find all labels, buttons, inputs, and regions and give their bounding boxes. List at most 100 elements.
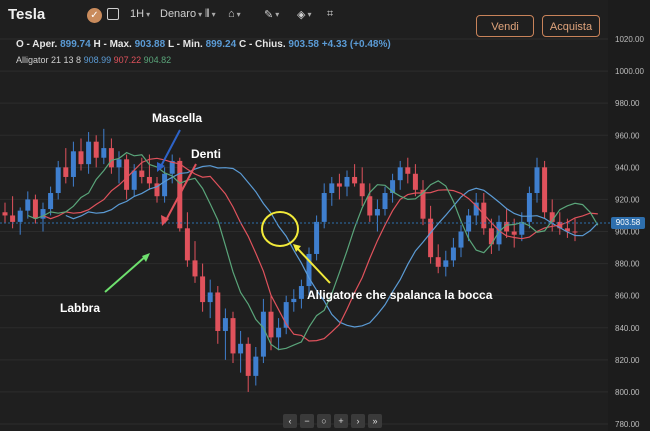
chevron-down-icon: ▾ [236,9,241,19]
area-chart-icon: ⌂ [228,8,235,20]
lips-annotation: Labbra [60,301,101,315]
candle-body [496,221,502,245]
chart-type-button[interactable] [107,8,119,20]
price-type-select[interactable]: Denaro ▾ [160,8,202,20]
price-tick-label: 1000.00 [615,67,644,76]
lips-line [27,151,599,351]
teeth-value: 907.22 [113,55,142,65]
price-tick-label: 980.00 [615,99,640,108]
candle-body [458,231,464,248]
verified-icon: ✓ [87,8,102,23]
low-value: 899.24 [205,39,237,50]
candle-body [428,218,434,258]
candle-body [222,318,228,331]
candle-body [260,311,266,357]
candle-body [367,196,373,216]
price-axis[interactable] [608,0,650,431]
zoom-reset-button[interactable]: ○ [317,414,331,428]
candle-body [542,167,548,213]
open-label: O - Aper. [16,39,58,50]
candle-body [17,210,23,222]
fullscreen-button[interactable]: ⌗ [327,8,333,21]
candle-body [116,159,122,168]
candle-body [298,286,304,299]
chart-navigation: ‹ − ○ + › » [283,414,382,428]
candle-body [25,199,31,211]
candle-body [435,257,441,267]
interval-select[interactable]: 1H ▾ [130,8,150,20]
candle-body [131,170,137,190]
candle-body [321,193,327,222]
low-label: L - Min. [167,39,203,50]
candle-body [450,247,456,261]
sell-button[interactable]: Vendi [476,15,534,37]
high-label: H - Max. [93,39,132,50]
candle-body [200,276,206,303]
candle-body [162,173,168,197]
open-value: 899.74 [60,39,91,50]
close-label: C - Chius. [238,39,286,50]
price-tick-label: 800.00 [615,388,640,397]
candle-body [192,260,198,277]
candle-body [139,170,145,177]
price-tick-label: 920.00 [615,195,640,204]
high-value: 903.88 [134,39,166,50]
indicators-button[interactable]: ⫴ ▾ [205,8,216,21]
zoom-in-button[interactable]: + [334,414,348,428]
jaw-annotation: Mascella [152,111,203,125]
symbol-name[interactable]: Tesla [8,6,45,23]
candle-body [215,292,221,331]
buy-button[interactable]: Acquista [542,15,600,37]
candle-body [48,193,54,210]
candle-body [443,260,449,267]
change-value: +4.33 (+0.48%) [321,39,391,50]
layers-button[interactable]: ◈ ▾ [297,8,311,21]
price-type-label: Denaro [160,8,197,20]
candle-body [352,176,358,184]
candle-body [146,176,152,184]
candle-body [359,183,365,197]
candle-body [344,176,350,187]
candle-body [268,311,274,338]
candle-body [63,167,69,177]
candle-body [108,148,114,168]
candle-body [10,215,16,222]
drawing-tools-button[interactable]: ✎ ▾ [264,8,279,21]
scroll-end-button[interactable]: » [368,414,382,428]
candle-body [55,167,61,194]
price-tick-label: 960.00 [615,131,640,140]
zoom-out-button[interactable]: − [300,414,314,428]
candle-body [534,167,540,194]
interval-label: 1H [130,8,145,20]
candle-body [2,212,8,216]
candle-body [511,231,517,235]
chevron-down-icon: ▾ [146,9,151,19]
candle-body [184,228,190,261]
chart-style-button[interactable]: ⌂ ▾ [228,8,241,20]
price-tick-label: 1020.00 [615,35,644,44]
price-tick-label: 880.00 [615,260,640,269]
price-tick-label: 820.00 [615,356,640,365]
candle-body [101,148,107,158]
indicator-readout[interactable]: Alligator 21 13 8 908.99 907.22 904.82 [16,55,171,65]
price-tick-label: 860.00 [615,292,640,301]
scroll-right-button[interactable]: › [351,414,365,428]
price-tick-label: 840.00 [615,324,640,333]
chevron-down-icon: ▾ [275,10,280,19]
fullscreen-icon: ⌗ [327,8,334,20]
jaw-value: 908.99 [83,55,112,65]
candle-body [314,221,320,254]
scroll-left-button[interactable]: ‹ [283,414,297,428]
candle-body [276,327,282,338]
candle-body [405,167,411,174]
mouth-annotation: Alligatore che spalanca la bocca [307,288,493,302]
chart-toolbar: Tesla ✓ 1H ▾ Denaro ▾ ⫴ ▾ ⌂ ▾ ✎ ▾ ◈ ▾ ⌗ Vendi … [0,0,610,37]
lips-arrowhead [142,253,150,262]
candle-body [397,167,403,181]
close-value: 903.58 [288,39,319,50]
candle-body [412,173,418,190]
candle-body [572,231,578,233]
indicator-label: Alligator 21 13 8 [16,55,82,65]
candle-body [230,318,236,354]
pencil-icon: ✎ [264,9,274,21]
